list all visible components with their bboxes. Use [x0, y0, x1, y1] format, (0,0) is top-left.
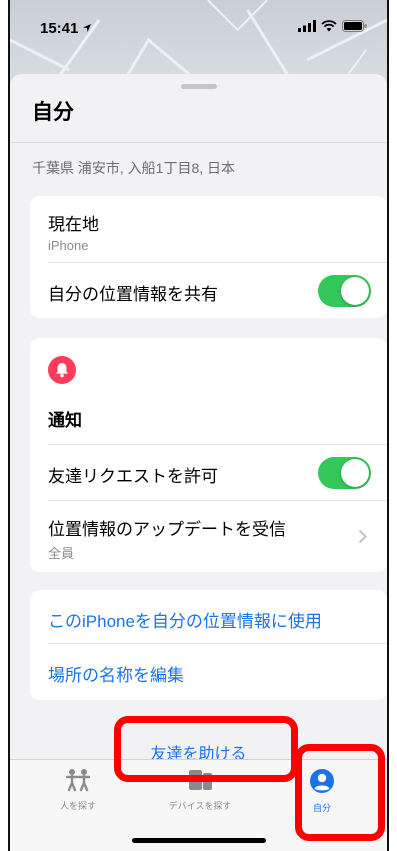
- battery-icon: [342, 19, 367, 37]
- tab-me-label: 自分: [312, 803, 331, 813]
- sheet-grabber[interactable]: [180, 84, 217, 89]
- location-card: 現在地 iPhone 自分の位置情報を共有: [30, 196, 387, 318]
- wifi-icon: [321, 19, 337, 37]
- edit-location-name-link[interactable]: 場所の名称を編集: [48, 661, 387, 686]
- current-location-device: iPhone: [48, 238, 89, 253]
- tab-devices-label: デバイスを探す: [168, 801, 232, 811]
- tab-people-label: 人を探す: [59, 801, 96, 811]
- location-arrow-icon: [82, 20, 92, 37]
- home-indicator: [131, 838, 266, 843]
- use-this-iphone-link[interactable]: このiPhoneを自分の位置情報に使用: [48, 607, 387, 632]
- notifications-card: 通知 友達リクエストを許可 位置情報のアップデートを受信 全員: [30, 338, 387, 572]
- bell-icon: [48, 356, 76, 384]
- sheet-divider: [10, 142, 387, 143]
- share-location-row: 自分の位置情報を共有: [30, 263, 387, 318]
- phone-screen: 15:41 自分 千葉県 浦安市, 入船1丁目8, 日本 現在地 iPhone …: [8, 0, 389, 851]
- allow-friend-requests-toggle[interactable]: [318, 457, 371, 489]
- share-location-toggle[interactable]: [318, 275, 371, 307]
- tab-devices[interactable]: デバイスを探す: [140, 768, 260, 812]
- notifications-header: 通知: [48, 411, 82, 430]
- me-sheet: 自分 千葉県 浦安市, 入船1丁目8, 日本 現在地 iPhone 自分の位置情…: [10, 74, 387, 851]
- notifications-header-row: 通知: [30, 406, 387, 431]
- devices-icon: [140, 768, 260, 797]
- current-location-row[interactable]: 現在地 iPhone: [30, 196, 387, 263]
- status-bar: 15:41: [10, 0, 387, 56]
- person-circle-icon: [262, 768, 382, 799]
- receive-updates-row[interactable]: 位置情報のアップデートを受信 全員: [30, 501, 387, 571]
- people-icon: [18, 768, 138, 797]
- status-time: 15:41: [40, 19, 79, 37]
- sheet-title: 自分: [32, 101, 74, 124]
- use-this-iphone-row[interactable]: このiPhoneを自分の位置情報に使用: [30, 590, 387, 644]
- receive-updates-value: 全員: [48, 546, 75, 561]
- tab-me[interactable]: 自分: [262, 768, 382, 814]
- edit-location-name-row[interactable]: 場所の名称を編集: [30, 644, 387, 700]
- signal-icon: [298, 19, 316, 37]
- receive-updates-label: 位置情報のアップデートを受信: [48, 520, 286, 539]
- current-address: 千葉県 浦安市, 入船1丁目8, 日本: [32, 160, 236, 176]
- current-location-title: 現在地: [48, 215, 99, 234]
- chevron-right-icon: [358, 527, 367, 550]
- allow-friend-requests-row: 友達リクエストを許可: [30, 445, 387, 500]
- actions-card: このiPhoneを自分の位置情報に使用 場所の名称を編集: [30, 590, 387, 700]
- tab-bar: 人を探す デバイスを探す 自分: [10, 759, 387, 851]
- tab-people[interactable]: 人を探す: [18, 768, 138, 812]
